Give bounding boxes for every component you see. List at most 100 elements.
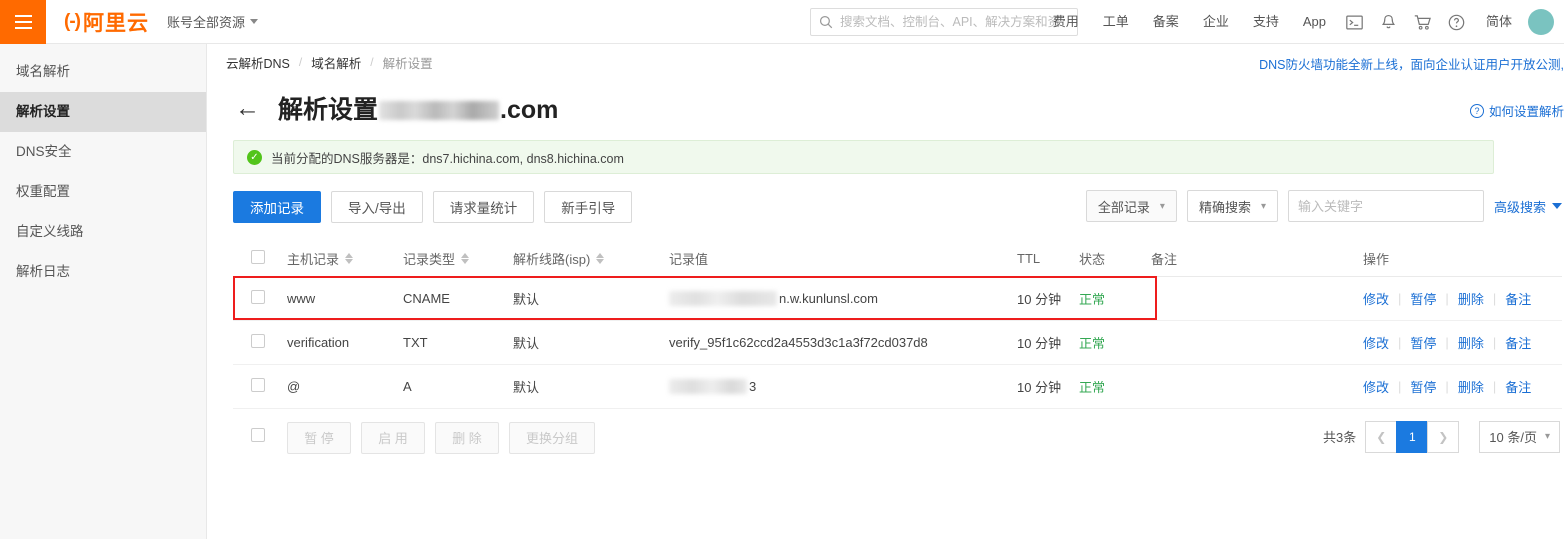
- batch-pause-button[interactable]: 暂 停: [287, 422, 351, 454]
- table-header-row: 主机记录 记录类型 解析线路(isp): [233, 242, 1562, 276]
- terminal-icon[interactable]: [1338, 0, 1372, 44]
- sort-host-icon[interactable]: [345, 253, 353, 264]
- records-table-wrapper: 主机记录 记录类型 解析线路(isp): [233, 242, 1562, 409]
- column-line-label: 解析线路(isp): [513, 249, 590, 268]
- hamburger-icon[interactable]: [0, 0, 46, 44]
- row-note: [1151, 364, 1363, 408]
- account-resources-dropdown[interactable]: 账号全部资源: [167, 12, 258, 31]
- action-pause[interactable]: 暂停: [1401, 289, 1445, 308]
- search-mode-select[interactable]: 精确搜索 ▾: [1187, 190, 1278, 222]
- action-pause[interactable]: 暂停: [1401, 333, 1445, 352]
- action-edit[interactable]: 修改: [1363, 289, 1398, 308]
- sidebar-item-custom-line[interactable]: 自定义线路: [0, 212, 206, 252]
- dns-firewall-notice-link[interactable]: DNS防火墙功能全新上线，面向企业认证用户开放公测,: [1259, 54, 1564, 73]
- row-line: 默认: [513, 364, 669, 408]
- row-checkbox[interactable]: [251, 378, 265, 392]
- page-size-select[interactable]: 10 条/页 ▾: [1479, 421, 1560, 453]
- account-resources-label: 账号全部资源: [167, 12, 245, 31]
- nav-enterprise[interactable]: 企业: [1191, 0, 1241, 44]
- cart-icon[interactable]: [1406, 0, 1440, 44]
- row-ttl: 10 分钟: [1017, 276, 1079, 320]
- table-row[interactable]: @ A 默认 3 10 分钟 正常: [233, 364, 1562, 408]
- breadcrumb: 云解析DNS / 域名解析 / 解析设置 DNS防火墙功能全新上线，面向企业认证…: [207, 44, 1564, 80]
- row-select-cell: [233, 320, 287, 364]
- record-type-filter-select[interactable]: 全部记录 ▾: [1086, 190, 1177, 222]
- table-row[interactable]: www CNAME 默认 n.w.kunlunsl.com 10 分钟 正常: [233, 276, 1562, 320]
- column-note: 备注: [1151, 242, 1363, 276]
- brand-name: 阿里云: [83, 7, 149, 37]
- beginner-guide-button[interactable]: 新手引导: [544, 191, 632, 223]
- action-note[interactable]: 备注: [1496, 377, 1540, 396]
- column-ttl: TTL: [1017, 242, 1079, 276]
- action-delete[interactable]: 删除: [1449, 333, 1493, 352]
- column-line[interactable]: 解析线路(isp): [513, 242, 669, 276]
- action-note[interactable]: 备注: [1496, 289, 1540, 308]
- sidebar-item-domain-resolution[interactable]: 域名解析: [0, 52, 206, 92]
- breadcrumb-item-resolution-settings: 解析设置: [383, 53, 433, 72]
- column-select-all: [233, 242, 287, 276]
- main-content: 云解析DNS / 域名解析 / 解析设置 DNS防火墙功能全新上线，面向企业认证…: [207, 44, 1564, 539]
- nav-icp[interactable]: 备案: [1141, 0, 1191, 44]
- request-stats-button[interactable]: 请求量统计: [433, 191, 535, 223]
- help-circle-icon[interactable]: [1440, 0, 1474, 44]
- action-delete[interactable]: 删除: [1449, 289, 1493, 308]
- column-host[interactable]: 主机记录: [287, 242, 403, 276]
- avatar[interactable]: [1528, 9, 1554, 35]
- advanced-search-toggle[interactable]: 高级搜索: [1494, 197, 1562, 216]
- table-row[interactable]: verification TXT 默认 verify_95f1c62ccd2a4…: [233, 320, 1562, 364]
- top-header: (-) 阿里云 账号全部资源 费用 工单 备案 企业 支持 App: [0, 0, 1564, 44]
- check-circle-icon: ✓: [247, 150, 262, 165]
- arrow-left-icon[interactable]: ←: [235, 96, 260, 121]
- row-checkbox[interactable]: [251, 290, 265, 304]
- chevron-down-icon: ▾: [1261, 201, 1266, 212]
- select-all-checkbox[interactable]: [251, 250, 265, 264]
- question-circle-icon: ?: [1470, 104, 1484, 118]
- add-record-button[interactable]: 添加记录: [233, 191, 321, 223]
- sidebar-item-dns-security[interactable]: DNS安全: [0, 132, 206, 172]
- breadcrumb-separator: /: [299, 55, 302, 69]
- row-ttl: 10 分钟: [1017, 320, 1079, 364]
- nav-support[interactable]: 支持: [1241, 0, 1291, 44]
- language-switch[interactable]: 简体: [1474, 0, 1524, 44]
- sidebar-item-resolution-log[interactable]: 解析日志: [0, 252, 206, 292]
- nav-tickets[interactable]: 工单: [1091, 0, 1141, 44]
- action-note[interactable]: 备注: [1496, 333, 1540, 352]
- sidebar-item-resolution-settings[interactable]: 解析设置: [0, 92, 206, 132]
- global-search-input[interactable]: [840, 15, 1068, 29]
- sort-type-icon[interactable]: [461, 253, 469, 264]
- column-type[interactable]: 记录类型: [403, 242, 513, 276]
- action-delete[interactable]: 删除: [1449, 377, 1493, 396]
- chevron-down-icon: ▾: [1545, 431, 1550, 442]
- bell-icon[interactable]: [1372, 0, 1406, 44]
- action-edit[interactable]: 修改: [1363, 377, 1398, 396]
- footer-select-all-checkbox[interactable]: [251, 428, 265, 442]
- sidebar-item-weight-config[interactable]: 权重配置: [0, 172, 206, 212]
- page-title-text: 解析设置: [278, 90, 378, 126]
- row-line: 默认: [513, 276, 669, 320]
- nav-app[interactable]: App: [1291, 0, 1338, 44]
- row-checkbox[interactable]: [251, 334, 265, 348]
- action-pause[interactable]: 暂停: [1401, 377, 1445, 396]
- breadcrumb-item-domain-resolution[interactable]: 域名解析: [311, 53, 361, 72]
- record-type-filter-value: 全部记录: [1098, 197, 1150, 216]
- how-to-configure-link[interactable]: ? 如何设置解析: [1470, 101, 1564, 120]
- keyword-search-box[interactable]: [1288, 190, 1484, 222]
- prev-page-button[interactable]: ❮: [1365, 421, 1397, 453]
- nav-fees[interactable]: 费用: [1041, 0, 1091, 44]
- next-page-button[interactable]: ❯: [1427, 421, 1459, 453]
- search-mode-value: 精确搜索: [1199, 197, 1251, 216]
- search-icon: [819, 15, 833, 29]
- sort-line-icon[interactable]: [596, 253, 604, 264]
- page-number-1[interactable]: 1: [1396, 421, 1428, 453]
- import-export-button[interactable]: 导入/导出: [331, 191, 423, 223]
- action-edit[interactable]: 修改: [1363, 333, 1398, 352]
- row-ttl: 10 分钟: [1017, 364, 1079, 408]
- breadcrumb-item-cloud-dns[interactable]: 云解析DNS: [226, 53, 290, 72]
- batch-enable-button[interactable]: 启 用: [361, 422, 425, 454]
- batch-delete-button[interactable]: 删 除: [435, 422, 499, 454]
- column-actions: 操作: [1363, 242, 1562, 276]
- global-search[interactable]: [810, 8, 1078, 36]
- batch-change-group-button[interactable]: 更换分组: [509, 422, 595, 454]
- keyword-search-input[interactable]: [1298, 199, 1474, 214]
- brand-logo[interactable]: (-) 阿里云: [64, 7, 149, 37]
